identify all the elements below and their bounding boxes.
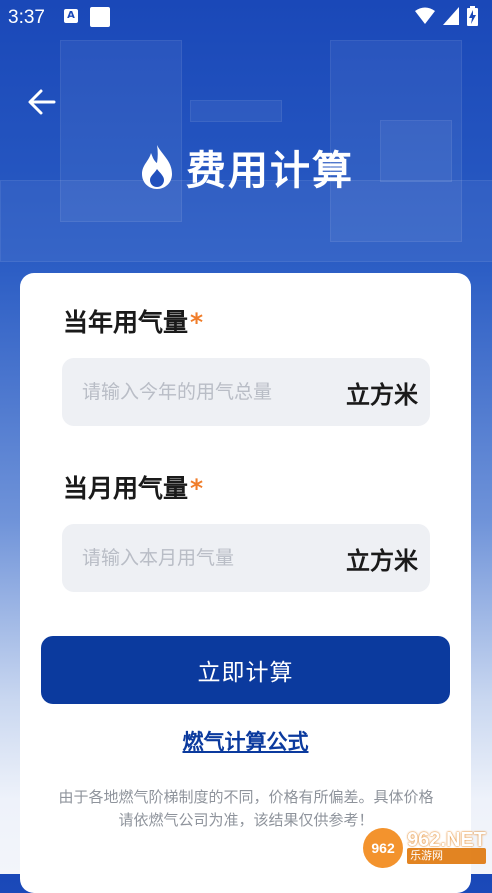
arrow-left-icon [28,89,56,115]
disclaimer-text: 由于各地燃气阶梯制度的不同，价格有所偏差。具体价格请依燃气公司为准，该结果仅供参… [58,788,434,829]
month-usage-label-text: 当月用气量 [63,474,189,503]
page-header: 费用计算 [0,138,492,196]
year-usage-input[interactable] [62,357,346,427]
watermark-logo: 962 [363,828,404,868]
required-mark: * [190,308,204,337]
month-usage-field: 立方米 [62,523,430,593]
month-usage-unit: 立方米 [346,546,418,575]
watermark: 962 962.NET 乐游网 [363,828,486,868]
watermark-text: 962.NET 乐游网 [407,829,486,864]
status-time: 3:37 [8,7,45,28]
formula-link[interactable]: 燃气计算公式 [20,726,471,756]
back-button[interactable] [26,86,58,118]
watermark-sub: 乐游网 [407,848,486,864]
status-icons [415,6,478,26]
month-usage-label: 当月用气量* [63,469,203,505]
page-title: 费用计算 [186,148,354,194]
wifi-icon [415,7,435,24]
flame-icon [142,145,172,189]
year-usage-field: 立方米 [62,357,430,427]
signal-icon [443,7,459,25]
calculate-button[interactable]: 立即计算 [41,636,450,704]
year-usage-unit: 立方米 [346,380,418,409]
watermark-main: 962.NET [407,829,486,851]
month-usage-input[interactable] [62,523,346,593]
required-mark: * [190,474,204,503]
notification-square-icon [90,7,110,27]
year-usage-label-text: 当年用气量 [63,308,189,337]
status-bar: 3:37 A [0,0,492,34]
year-usage-label: 当年用气量* [63,303,203,339]
battery-charging-icon [467,6,478,26]
notification-icon: A [64,9,78,23]
calculator-card: 当年用气量* 立方米 当月用气量* 立方米 立即计算 燃气计算公式 由于各地燃气… [20,273,471,893]
